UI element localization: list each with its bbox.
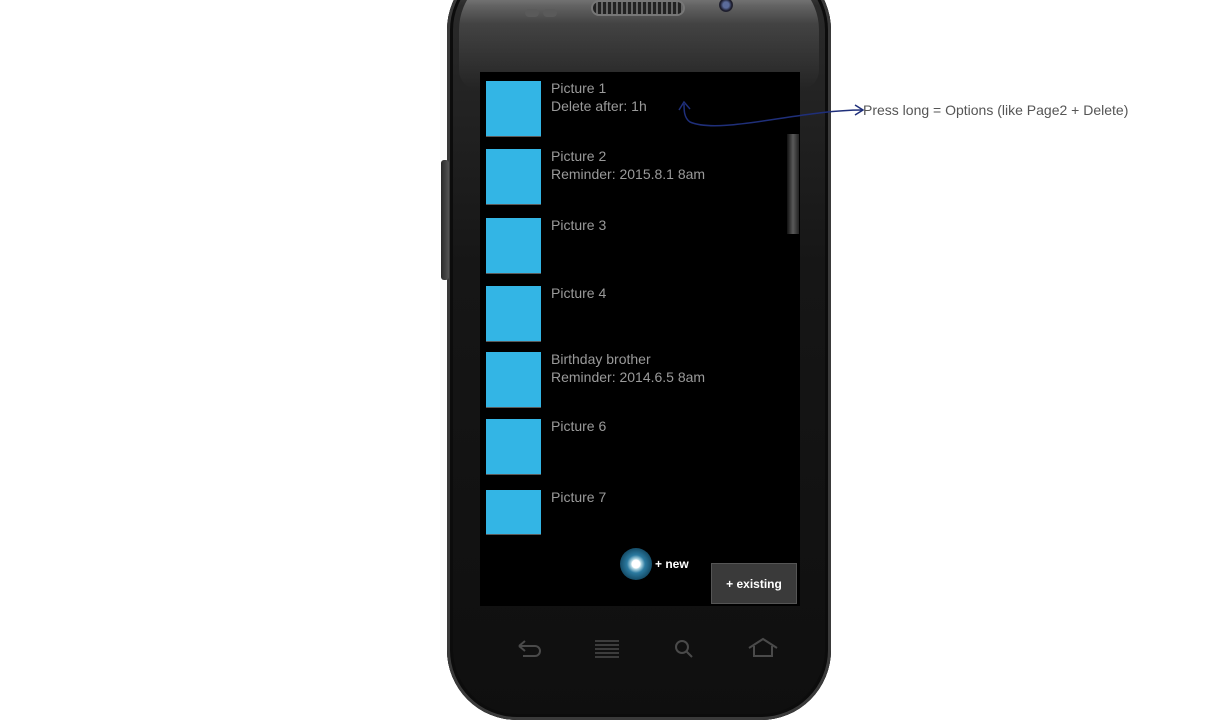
annotation-note: Press long = Options (like Page2 + Delet… [863, 102, 1129, 118]
